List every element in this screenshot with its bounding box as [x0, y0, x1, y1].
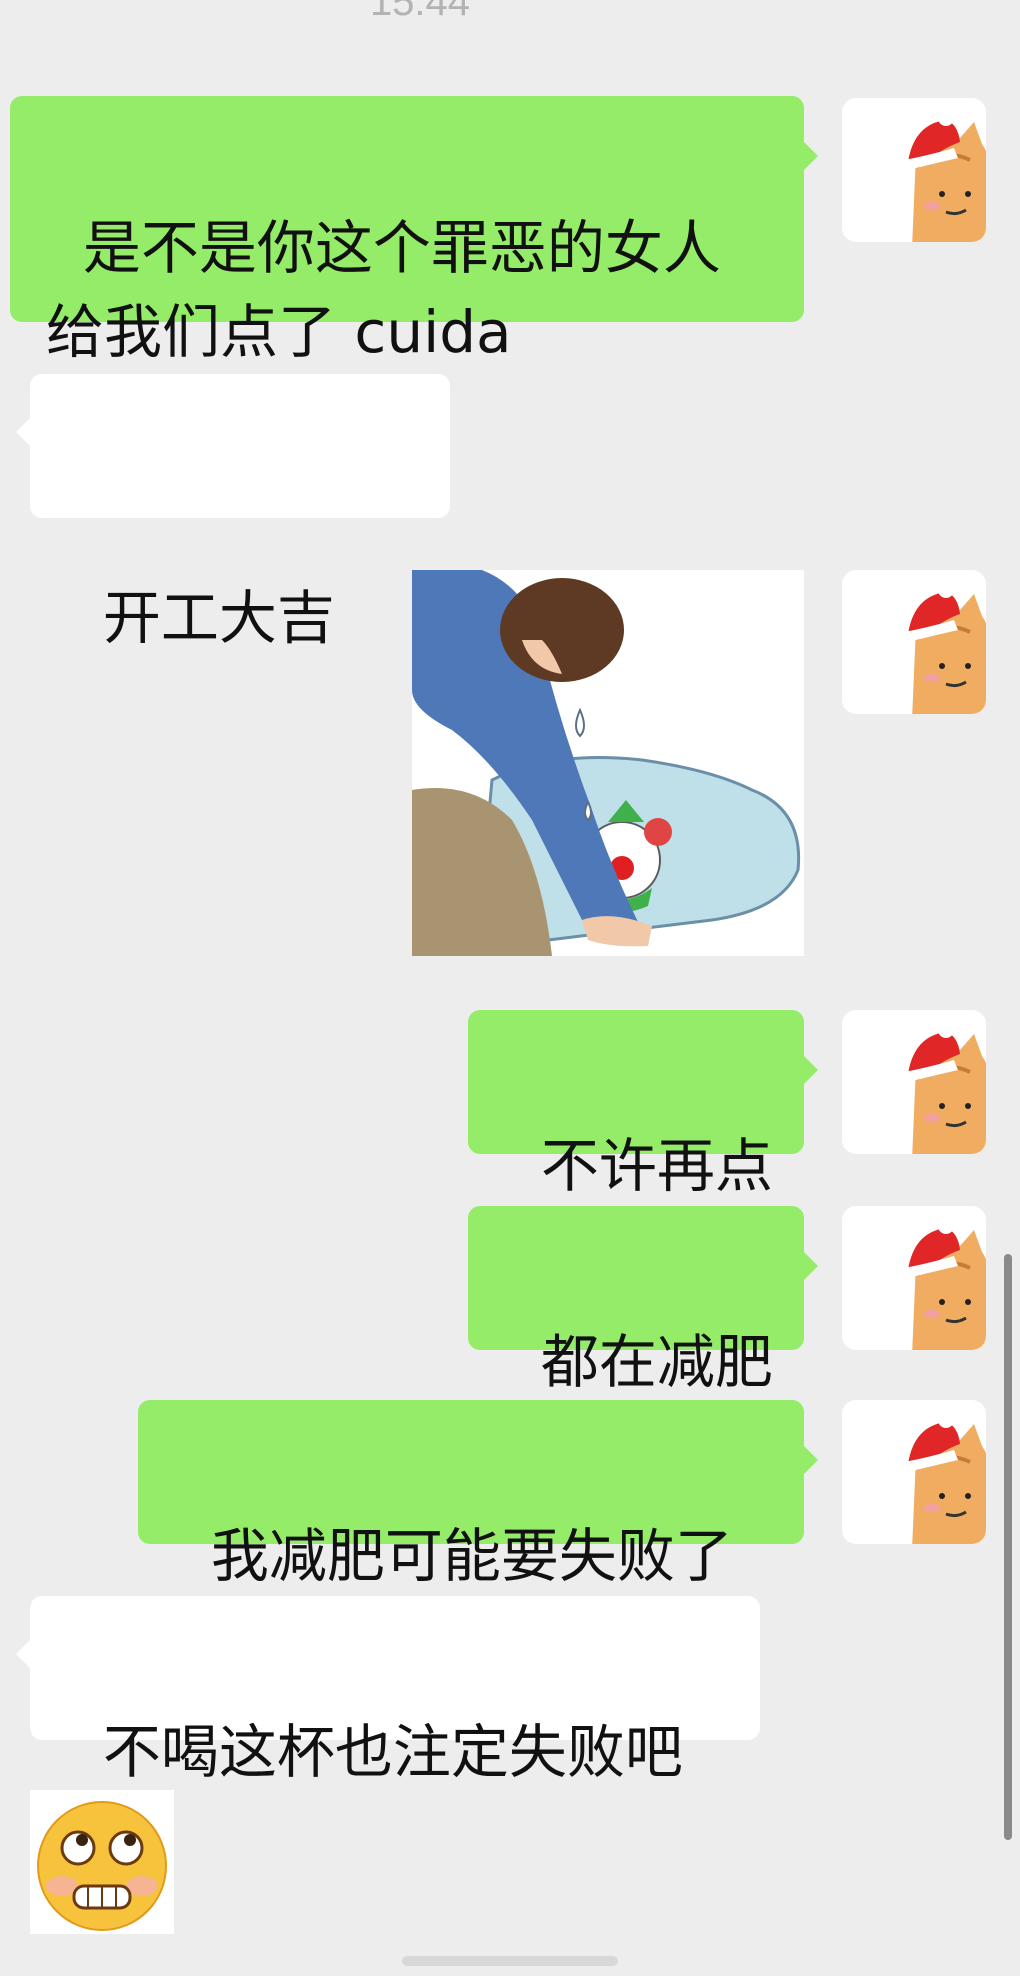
- cat-with-santa-hat-icon: [904, 1218, 986, 1350]
- message-timestamp: 15:44: [369, 0, 471, 24]
- cat-with-santa-hat-icon: [904, 1412, 986, 1544]
- message-bubble-received[interactable]: 开工大吉: [16, 374, 487, 652]
- my-avatar[interactable]: [842, 1206, 986, 1350]
- message-text: 不喝这杯也注定失败吧: [102, 1718, 683, 1786]
- my-avatar[interactable]: [842, 98, 986, 242]
- message-bubble-sent[interactable]: 我减肥可能要失败了: [138, 1400, 818, 1590]
- home-indicator: [402, 1956, 618, 1966]
- message-text: 不许再点: [540, 1132, 773, 1200]
- message-text: 我减肥可能要失败了: [210, 1522, 733, 1590]
- my-avatar[interactable]: [842, 1010, 986, 1154]
- cat-with-santa-hat-icon: [904, 1022, 986, 1154]
- message-text: 都在减肥: [540, 1328, 773, 1396]
- message-bubble-sent[interactable]: 是不是你这个罪恶的女人 给我们点了 cuida: [10, 96, 818, 366]
- blushing-eye-roll-sticker[interactable]: [30, 1790, 174, 1934]
- message-text: 是不是你这个罪恶的女人 给我们点了 cuida: [46, 214, 721, 366]
- my-avatar[interactable]: [842, 570, 986, 714]
- crying-man-clown-puddle-icon: [412, 570, 804, 956]
- my-avatar[interactable]: [842, 1400, 986, 1544]
- cat-with-santa-hat-icon: [904, 582, 986, 714]
- message-bubble-sent[interactable]: 不许再点: [468, 1010, 818, 1200]
- message-text: 开工大吉: [102, 584, 335, 653]
- message-bubble-received[interactable]: 不喝这杯也注定失败吧: [16, 1596, 760, 1786]
- blushing-eye-roll-emoji-icon: [30, 1790, 174, 1934]
- chat-scrollbar[interactable]: [1004, 1254, 1012, 1840]
- message-bubble-sent[interactable]: 都在减肥: [468, 1206, 818, 1396]
- crying-man-clown-sticker[interactable]: [412, 570, 804, 956]
- cat-with-santa-hat-icon: [904, 110, 986, 242]
